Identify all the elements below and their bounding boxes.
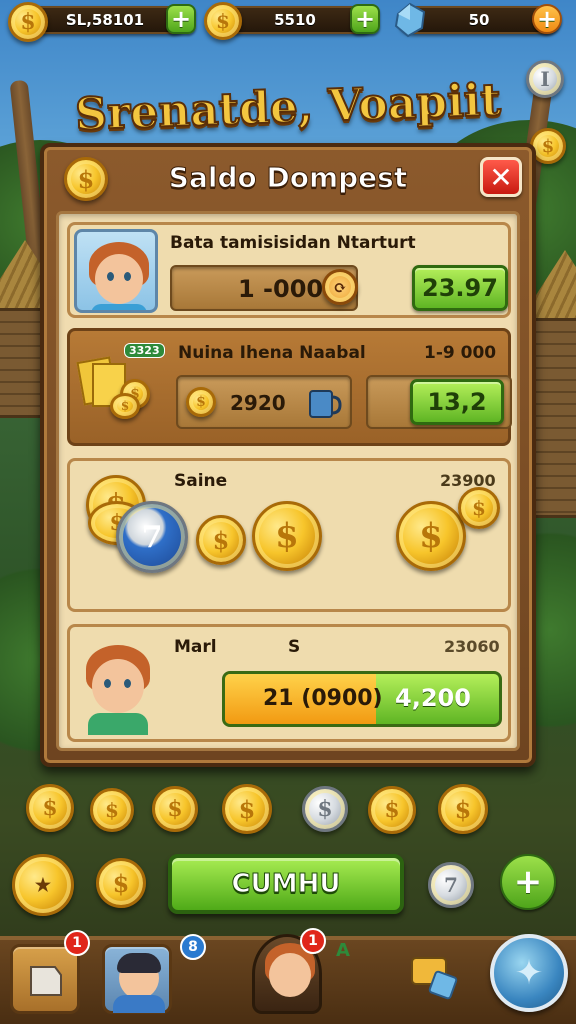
map-puzzle-icon[interactable] (402, 944, 468, 1010)
balance-panel: $ Saldo Dompest ✕ Bata tamisisidan Ntart… (40, 143, 536, 767)
coin-icon: $ (396, 501, 466, 571)
coin-icon: $ (204, 2, 242, 40)
row-1-amount: 1 -000 (238, 275, 324, 303)
balance-row-3: Saine 23900 $ $ 7 $ $ $ $ (67, 458, 511, 612)
coin-value: 5510 (274, 11, 316, 29)
coin-icon: $ (438, 784, 488, 834)
row-2-amount-right: 1-9 000 (424, 343, 497, 363)
nav-friends-button[interactable] (102, 944, 172, 1014)
mug-icon (309, 390, 342, 418)
coin-icon: $ (222, 784, 272, 834)
gold-value: SL,58101 (65, 11, 145, 29)
row-1-buy-button[interactable]: 23.97 (412, 265, 508, 311)
nav-extra-label: A (336, 940, 350, 961)
floor-coin-label: 7 (444, 873, 458, 897)
close-button[interactable]: ✕ (480, 157, 522, 197)
row-4-sign: S (288, 637, 301, 657)
row-2-buy-button[interactable]: 13,2 (410, 379, 504, 425)
balance-row-4: Marl S 23060 21 (0900) 4,200 (67, 624, 511, 742)
character-avatar (80, 641, 160, 737)
row-2-label: Nuina Ihena Naabal (178, 343, 366, 363)
coin-icon: $ (8, 2, 48, 42)
level-chip-value: 7 (141, 519, 163, 555)
add-gem-button[interactable]: + (532, 4, 562, 34)
coin-shop-button[interactable]: ★ (12, 854, 74, 916)
settings-button[interactable]: ✦ (490, 934, 568, 1012)
cash-stack-icon: $ $ (76, 356, 150, 419)
gem-icon (394, 2, 426, 38)
notification-badge: 8 (180, 934, 206, 960)
main-action-button[interactable]: CUMHU (168, 854, 404, 914)
row-3-amount-right: 23900 (440, 471, 496, 490)
progress-bar: 21 (0900) 4,200 (222, 671, 502, 727)
row-2-badge: 3323 (124, 343, 165, 358)
coin-icon: $ (96, 858, 146, 908)
coin-icon: $ (196, 515, 246, 565)
coin-icon: $ (458, 487, 500, 529)
notification-badge: 1 (300, 928, 326, 954)
coin-icon: $ (152, 786, 198, 832)
progress-value: 4,200 (395, 684, 471, 712)
notification-badge: 1 (64, 930, 90, 956)
row-4-label: Marl (174, 637, 217, 657)
coin-icon: $ (368, 786, 416, 834)
level-chip: 7 (116, 501, 188, 573)
coin-icon: $ (302, 786, 348, 832)
panel-body: Bata tamisisidan Ntarturt 1 -000 ⟳ 23.97… (56, 211, 520, 751)
add-coin-button[interactable]: + (350, 4, 380, 34)
row-1-label: Bata tamisisidan Ntarturt (170, 233, 416, 253)
coin-icon: $ (252, 501, 322, 571)
floor-coin: 7 (428, 862, 474, 908)
coin-stack-icon: $ (186, 387, 216, 417)
scroll-icon (30, 966, 62, 996)
nav-inventory-button[interactable] (10, 944, 80, 1014)
panel-title: Saldo Dompest (168, 161, 408, 195)
row-2-amount: 2920 (230, 391, 286, 415)
row-4-amount-right: 23060 (444, 637, 500, 656)
balance-row-2: $ $ 3323 Nuina Ihena Naabal 1-9 000 $ 29… (67, 328, 512, 446)
add-button[interactable]: + (500, 854, 556, 910)
balance-row-1: Bata tamisisidan Ntarturt 1 -000 ⟳ 23.97 (67, 222, 511, 318)
star-settings-icon: ✦ (514, 953, 544, 993)
row-3-label: Saine (174, 471, 228, 491)
avatar (74, 229, 158, 313)
coin-icon: $ (90, 788, 134, 832)
progress-text: 21 (0900) (263, 686, 383, 711)
gem-value: 50 (468, 11, 490, 29)
refresh-icon[interactable]: ⟳ (322, 269, 358, 305)
main-action-label: CUMHU (231, 869, 341, 900)
add-gold-button[interactable]: + (166, 4, 196, 34)
close-icon: ✕ (489, 160, 513, 194)
coin-icon: $ (26, 784, 74, 832)
